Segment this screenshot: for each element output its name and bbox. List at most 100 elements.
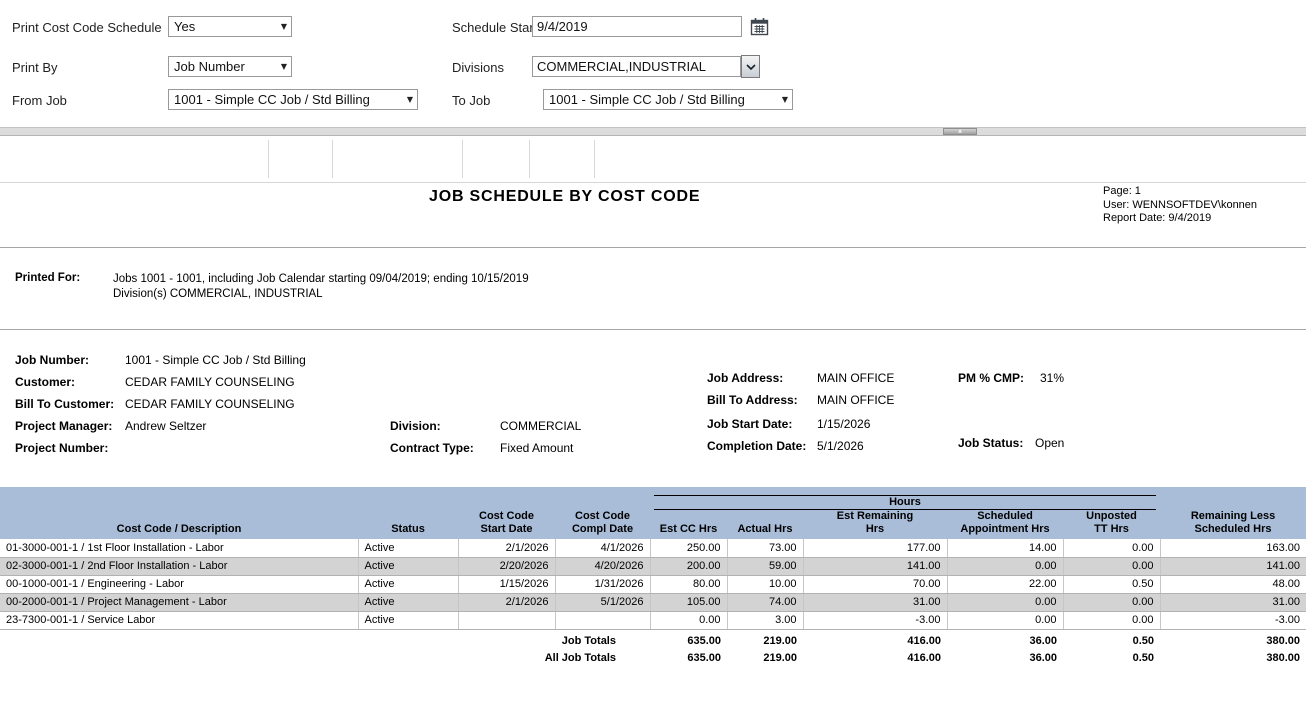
cell-actual: 73.00 (727, 539, 803, 557)
print-by-label: Print By (12, 60, 58, 75)
cell-remaining_less: 141.00 (1160, 557, 1306, 575)
cell-est_remaining: 31.00 (803, 593, 947, 611)
cell-status: Active (358, 593, 458, 611)
column-header-est-cc-hrs: Est CC Hrs (650, 510, 727, 539)
cell-est_cc: 0.00 (650, 611, 727, 629)
column-header-cost-code: Cost Code / Description (0, 510, 358, 539)
print-cost-code-schedule-select[interactable]: Yes ▼ (168, 16, 292, 37)
job-totals-scheduled: 36.00 (947, 629, 1063, 647)
dropdown-arrow-icon: ▼ (782, 96, 788, 104)
parameter-panel: Print Cost Code Schedule Yes ▼ Schedule … (0, 0, 1306, 127)
cell-scheduled_appt: 14.00 (947, 539, 1063, 557)
print-by-value: Job Number (174, 59, 245, 74)
print-by-select[interactable]: Job Number ▼ (168, 56, 292, 77)
bill-to-address-label: Bill To Address: (707, 393, 798, 407)
dropdown-arrow-icon: ▼ (407, 96, 413, 104)
toolbar-divider (594, 140, 595, 178)
all-job-totals-scheduled: 36.00 (947, 647, 1063, 664)
dropdown-arrow-icon: ▼ (281, 23, 287, 31)
cell-compl_date (555, 611, 650, 629)
cell-start_date: 2/1/2026 (458, 539, 555, 557)
calendar-icon[interactable] (750, 17, 769, 41)
all-job-totals-est-remaining: 416.00 (803, 647, 947, 664)
cell-actual: 74.00 (727, 593, 803, 611)
cell-est_remaining: 70.00 (803, 575, 947, 593)
printed-for-body: Jobs 1001 - 1001, including Job Calendar… (113, 272, 529, 302)
column-header-remaining-less: Remaining LessScheduled Hrs (1160, 510, 1306, 539)
job-totals-label: Job Totals (0, 629, 650, 647)
all-job-totals-est-cc: 635.00 (650, 647, 727, 664)
contract-type-label: Contract Type: (390, 441, 474, 455)
page-meta: Page: 1 (1103, 185, 1257, 199)
job-start-date-value: 1/15/2026 (817, 417, 870, 431)
cell-scheduled_appt: 0.00 (947, 611, 1063, 629)
customer-value: CEDAR FAMILY COUNSELING (125, 375, 295, 389)
divisions-input[interactable] (532, 56, 741, 77)
job-address-value: MAIN OFFICE (817, 371, 894, 385)
toolbar-divider (462, 140, 463, 178)
all-job-totals-row: All Job Totals 635.00 219.00 416.00 36.0… (0, 647, 1306, 664)
chevron-down-icon (746, 64, 756, 70)
column-header-row: Cost Code / Description Status Cost Code… (0, 510, 1306, 539)
cell-status: Active (358, 575, 458, 593)
cell-cost_code: 02-3000-001-1 / 2nd Floor Installation -… (0, 557, 358, 575)
column-header-actual-hrs: Actual Hrs (727, 510, 803, 539)
from-job-select[interactable]: 1001 - Simple CC Job / Std Billing ▼ (168, 89, 418, 110)
job-totals-actual: 219.00 (727, 629, 803, 647)
pm-pct-cmp-label: PM % CMP: (958, 371, 1024, 385)
cell-unposted_tt: 0.00 (1063, 611, 1160, 629)
cell-remaining_less: 48.00 (1160, 575, 1306, 593)
to-job-select[interactable]: 1001 - Simple CC Job / Std Billing ▼ (543, 89, 793, 110)
column-header-scheduled-appt-hrs: ScheduledAppointment Hrs (947, 510, 1063, 539)
job-number-label: Job Number: (15, 353, 89, 367)
job-totals-est-cc: 635.00 (650, 629, 727, 647)
report-canvas: JOB SCHEDULE BY COST CODE Page: 1 User: … (0, 183, 1306, 714)
from-job-value: 1001 - Simple CC Job / Std Billing (174, 92, 370, 107)
hours-group-label: Hours (654, 496, 1156, 509)
cell-cost_code: 00-2000-001-1 / Project Management - Lab… (0, 593, 358, 611)
schedule-start-input[interactable] (532, 16, 742, 37)
collapse-parameters-button[interactable]: ▲ (943, 128, 977, 135)
printed-for-line2: Division(s) COMMERCIAL, INDUSTRIAL (113, 287, 529, 302)
toolbar-divider (268, 140, 269, 178)
project-manager-value: Andrew Seltzer (125, 419, 206, 433)
cell-est_remaining: 141.00 (803, 557, 947, 575)
cell-actual: 3.00 (727, 611, 803, 629)
project-manager-label: Project Manager: (15, 419, 112, 433)
table-row: 02-3000-001-1 / 2nd Floor Installation -… (0, 557, 1306, 575)
cell-unposted_tt: 0.00 (1063, 539, 1160, 557)
cell-est_remaining: -3.00 (803, 611, 947, 629)
divisions-dropdown-button[interactable] (741, 55, 760, 78)
printed-for-label: Printed For: (15, 272, 80, 284)
cell-status: Active (358, 611, 458, 629)
cell-cost_code: 23-7300-001-1 / Service Labor (0, 611, 358, 629)
job-address-label: Job Address: (707, 371, 783, 385)
cell-scheduled_appt: 0.00 (947, 593, 1063, 611)
table-row: 01-3000-001-1 / 1st Floor Installation -… (0, 539, 1306, 557)
print-cost-code-schedule-label: Print Cost Code Schedule (12, 20, 162, 35)
schedule-start-label: Schedule Start (452, 20, 537, 35)
job-status-label: Job Status: (958, 436, 1023, 450)
table-row: 23-7300-001-1 / Service LaborActive0.003… (0, 611, 1306, 629)
hours-group-spacer (1160, 487, 1306, 510)
project-number-label: Project Number: (15, 441, 108, 455)
cell-est_remaining: 177.00 (803, 539, 947, 557)
completion-date-label: Completion Date: (707, 439, 806, 453)
report-date-meta: Report Date: 9/4/2019 (1103, 212, 1257, 226)
cell-est_cc: 250.00 (650, 539, 727, 557)
dropdown-arrow-icon: ▼ (281, 63, 287, 71)
job-totals-remaining-less: 380.00 (1160, 629, 1306, 647)
all-job-totals-remaining-less: 380.00 (1160, 647, 1306, 664)
column-header-est-remaining-hrs: Est RemainingHrs (803, 510, 947, 539)
from-job-label: From Job (12, 93, 67, 108)
cell-remaining_less: 31.00 (1160, 593, 1306, 611)
horizontal-rule (0, 247, 1306, 248)
parameters-splitter: ▲ (0, 127, 1306, 136)
to-job-value: 1001 - Simple CC Job / Std Billing (549, 92, 745, 107)
hours-group-spacer (0, 487, 650, 510)
report-meta: Page: 1 User: WENNSOFTDEV\konnen Report … (1103, 185, 1257, 226)
all-job-totals-actual: 219.00 (727, 647, 803, 664)
pm-pct-cmp-value: 31% (1040, 371, 1064, 385)
job-status-value: Open (1035, 436, 1064, 450)
all-job-totals-label: All Job Totals (0, 647, 650, 664)
